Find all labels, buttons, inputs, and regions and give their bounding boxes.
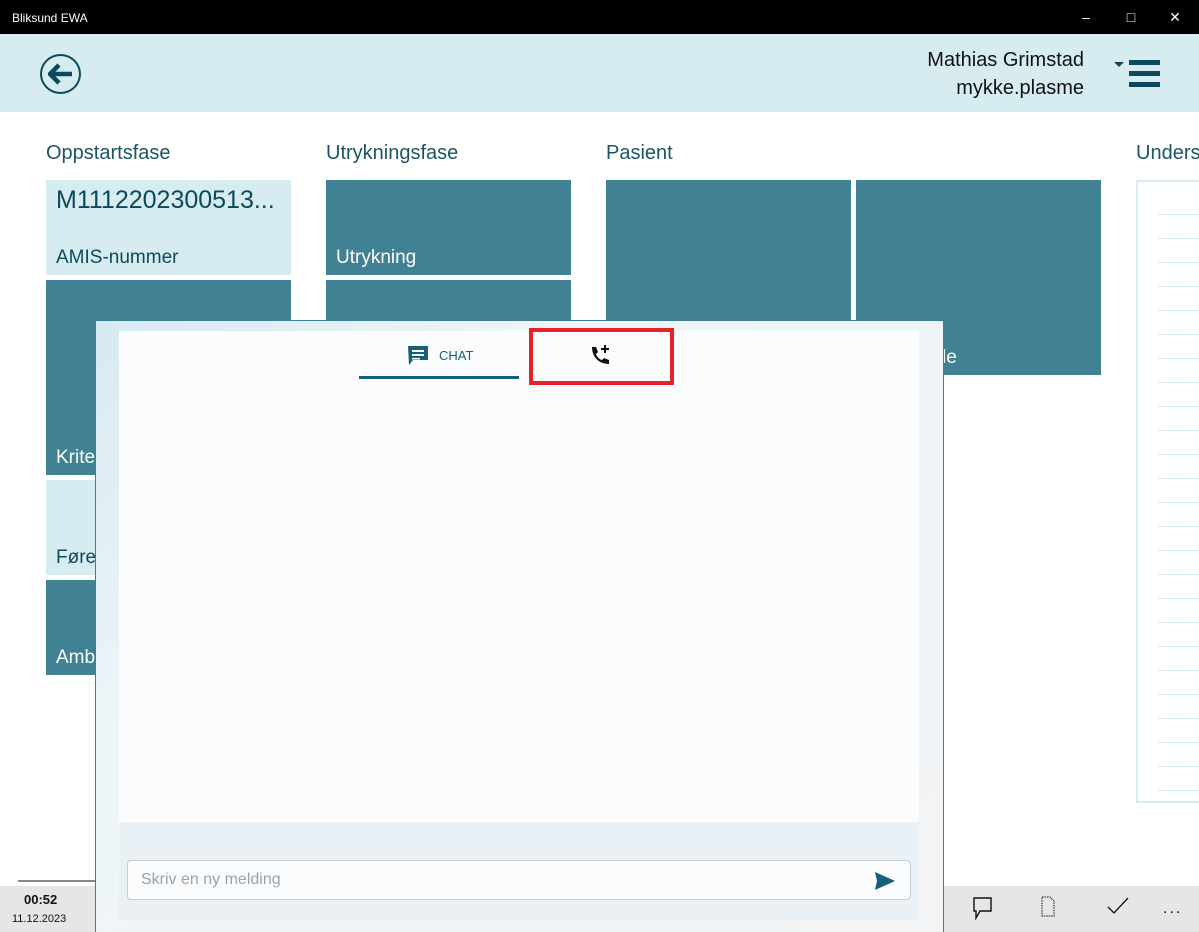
chat-icon [408, 346, 428, 365]
message-placeholder: Skriv en ny melding [141, 871, 281, 888]
close-button[interactable]: ✕ [1164, 6, 1186, 28]
panel-line [1158, 310, 1199, 311]
panel-line [1158, 526, 1199, 527]
panel-line [1158, 406, 1199, 407]
progress-line [18, 880, 95, 882]
menu-icon [1114, 60, 1160, 87]
panel-line [1158, 454, 1199, 455]
message-input[interactable]: Skriv en ny melding [127, 860, 911, 900]
back-arrow-icon [47, 63, 72, 85]
minimize-button[interactable]: – [1075, 6, 1097, 28]
tab-chat[interactable]: CHAT [359, 331, 519, 379]
tile-utrykning[interactable]: Utrykning [326, 180, 571, 275]
send-icon[interactable] [874, 871, 896, 891]
tab-label: CHAT [439, 348, 474, 363]
back-button[interactable] [40, 54, 81, 94]
maximize-button[interactable]: □ [1120, 6, 1142, 28]
document-icon[interactable] [1040, 896, 1056, 918]
panel-line [1158, 430, 1199, 431]
tile-label: Føre [56, 547, 97, 568]
tile-label: Krite [56, 447, 96, 468]
panel-line [1158, 694, 1199, 695]
panel-line [1158, 598, 1199, 599]
compose-area: Skriv en ny melding [119, 822, 919, 920]
tile-label: AMIS-nummer [56, 247, 179, 268]
tab-add-call[interactable] [529, 328, 674, 385]
username: mykke.plasme [956, 77, 1084, 99]
chat-panel: CHAT [119, 328, 919, 822]
panel-line [1158, 358, 1199, 359]
window-title: Bliksund EWA [12, 11, 88, 25]
check-icon[interactable] [1106, 896, 1130, 916]
column-title: Unders [1136, 142, 1199, 164]
more-button[interactable]: ... [1163, 900, 1182, 918]
panel-line [1158, 790, 1199, 791]
menu-button[interactable] [1114, 60, 1162, 90]
panel-line [1158, 574, 1199, 575]
panel-line [1158, 670, 1199, 671]
tile-label: Amb [56, 647, 96, 668]
time: 00:52 [24, 892, 58, 907]
panel-line [1158, 718, 1199, 719]
amis-number: M1112202300513... [56, 186, 275, 214]
panel-line [1158, 238, 1199, 239]
panel-line [1158, 502, 1199, 503]
chat-dialog: CHAT Skriv en ny melding [95, 320, 944, 932]
app-header: Mathias Grimstad mykke.plasme [0, 34, 1199, 112]
tile-label: Utrykning [336, 247, 417, 268]
undersokelse-panel [1136, 180, 1199, 803]
panel-line [1158, 766, 1199, 767]
panel-line [1158, 286, 1199, 287]
panel-line [1158, 262, 1199, 263]
comment-icon[interactable] [971, 896, 995, 922]
panel-line [1158, 646, 1199, 647]
phone-add-icon [592, 345, 609, 364]
panel-line [1158, 622, 1199, 623]
panel-line [1158, 382, 1199, 383]
panel-line [1158, 742, 1199, 743]
column-title: Utrykningsfase [326, 142, 459, 164]
tile-amis-nummer[interactable]: M1112202300513... AMIS-nummer [46, 180, 291, 275]
panel-line [1158, 550, 1199, 551]
tile-label: le [942, 347, 957, 368]
panel-line [1158, 478, 1199, 479]
panel-line [1158, 214, 1199, 215]
column-title: Oppstartsfase [46, 142, 171, 164]
column-title: Pasient [606, 142, 673, 164]
date: 11.12.2023 [12, 913, 67, 925]
panel-line [1158, 334, 1199, 335]
user-name: Mathias Grimstad [927, 49, 1084, 71]
title-bar: Bliksund EWA – □ ✕ [0, 0, 1199, 34]
